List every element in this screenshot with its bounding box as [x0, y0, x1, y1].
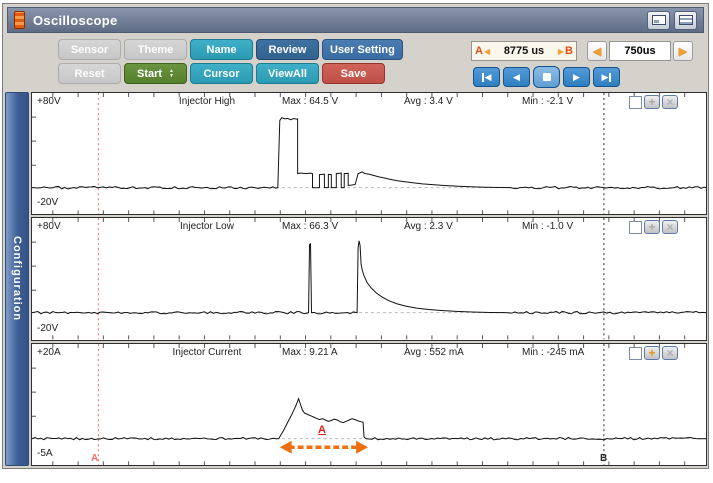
save-button[interactable]: Save [322, 63, 385, 84]
avg-stat: Avg : 2.3 V [404, 221, 453, 232]
vmax-label: +80V [37, 96, 61, 107]
measurement-a-label: A [318, 424, 326, 436]
ab-range-value: 8775 us [491, 45, 557, 57]
cursor-b-label: B [565, 45, 573, 57]
channel-panel-injector-high[interactable]: +80V Injector High Max : 64.5 V Avg : 3.… [31, 92, 707, 215]
channel-controls: + × [629, 346, 678, 360]
start-button[interactable]: Start▲▼ [124, 63, 187, 84]
cursor-a-bottom-label[interactable]: A [91, 453, 98, 464]
channel-panels: +80V Injector High Max : 64.5 V Avg : 3.… [31, 92, 707, 466]
avg-stat: Avg : 3.4 V [404, 96, 453, 107]
channel-panel-injector-low[interactable]: +80V Injector Low Max : 66.3 V Avg : 2.3… [31, 217, 707, 340]
timebase-value[interactable]: 750us [609, 41, 671, 61]
restore-icon [652, 15, 666, 25]
zoom-in-button[interactable]: + [644, 346, 660, 360]
close-channel-button[interactable]: × [662, 220, 678, 234]
min-stat: Min : -2.1 V [522, 96, 573, 107]
triangle-right-icon: ▶ [558, 47, 564, 56]
avg-stat: Avg : 552 mA [404, 347, 464, 358]
sensor-button[interactable]: Sensor [58, 39, 121, 60]
toolbar-row-2: Reset Start▲▼ Cursor ViewAll Save [58, 63, 403, 84]
channel-panel-injector-current[interactable]: +20A Injector Current Max : 9.21 A Avg :… [31, 343, 707, 466]
toolbar-row-1: Sensor Theme Name Review User Setting [58, 39, 403, 60]
timebase-increase-button[interactable]: ▶ [673, 41, 693, 61]
channel-controls: + × [629, 220, 678, 234]
window-title: Oscilloscope [33, 13, 643, 28]
waveform-plot [32, 93, 706, 214]
stop-icon [543, 73, 551, 81]
spinner-icon: ▲▼ [169, 69, 174, 79]
triangle-left-icon: ◀ [484, 47, 490, 56]
oscilloscope-window: Oscilloscope Sensor Theme Name Review Us… [2, 3, 709, 469]
skip-to-end-button[interactable]: ▶ [593, 67, 620, 87]
zoom-in-button[interactable]: + [644, 220, 660, 234]
min-stat: Min : -245 mA [522, 347, 584, 358]
playback-controls: ◀ ◀ ▶ ▶ [473, 66, 620, 88]
close-channel-button[interactable]: × [662, 95, 678, 109]
cursor-button[interactable]: Cursor [190, 63, 253, 84]
vmax-label: +80V [37, 221, 61, 232]
channel-checkbox[interactable] [629, 96, 642, 109]
play-button[interactable]: ▶ [563, 67, 590, 87]
bar-icon [482, 73, 484, 82]
ab-range-display[interactable]: A ◀ 8775 us ▶ B [471, 41, 577, 61]
review-button[interactable]: Review [256, 39, 319, 60]
titlebar[interactable]: Oscilloscope [7, 7, 704, 33]
zoom-in-button[interactable]: + [644, 95, 660, 109]
app-icon [14, 11, 25, 29]
main-area: Configuration +80V Injector High Max : 6… [5, 92, 707, 466]
channel-checkbox[interactable] [629, 347, 642, 360]
channel-controls: + × [629, 95, 678, 109]
cursor-b-bottom-label[interactable]: B [600, 453, 607, 464]
close-channel-button[interactable]: × [662, 346, 678, 360]
stop-button[interactable] [533, 66, 560, 88]
vmax-label: +20A [37, 347, 61, 358]
configuration-tab[interactable]: Configuration [5, 92, 29, 466]
user-setting-button[interactable]: User Setting [322, 39, 403, 60]
min-stat: Min : -1.0 V [522, 221, 573, 232]
channel-title: Injector High [142, 96, 272, 107]
max-stat: Max : 64.5 V [282, 96, 338, 107]
max-stat: Max : 9.21 A [282, 347, 338, 358]
channel-title: Injector Current [142, 347, 272, 358]
waveform-plot [32, 218, 706, 339]
name-button[interactable]: Name [190, 39, 253, 60]
toolbar-buttons: Sensor Theme Name Review User Setting Re… [58, 39, 403, 84]
vmin-label: -5A [37, 448, 53, 459]
max-stat: Max : 66.3 V [282, 221, 338, 232]
viewall-button[interactable]: ViewAll [256, 63, 319, 84]
reset-button[interactable]: Reset [58, 63, 121, 84]
theme-button[interactable]: Theme [124, 39, 187, 60]
channel-checkbox[interactable] [629, 221, 642, 234]
vmin-label: -20V [37, 323, 58, 334]
cursor-a-label: A [475, 45, 483, 57]
channel-title: Injector Low [142, 221, 272, 232]
window-restore-button[interactable] [647, 11, 670, 30]
toolbar: Sensor Theme Name Review User Setting Re… [3, 35, 708, 92]
waveform-plot [32, 344, 706, 465]
timebase-decrease-button[interactable]: ◀ [587, 41, 607, 61]
vmin-label: -20V [37, 197, 58, 208]
step-back-button[interactable]: ◀ [503, 67, 530, 87]
window-layout-button[interactable] [674, 11, 697, 30]
layout-icon [679, 15, 693, 25]
skip-to-start-button[interactable]: ◀ [473, 67, 500, 87]
bar-icon [609, 73, 611, 82]
